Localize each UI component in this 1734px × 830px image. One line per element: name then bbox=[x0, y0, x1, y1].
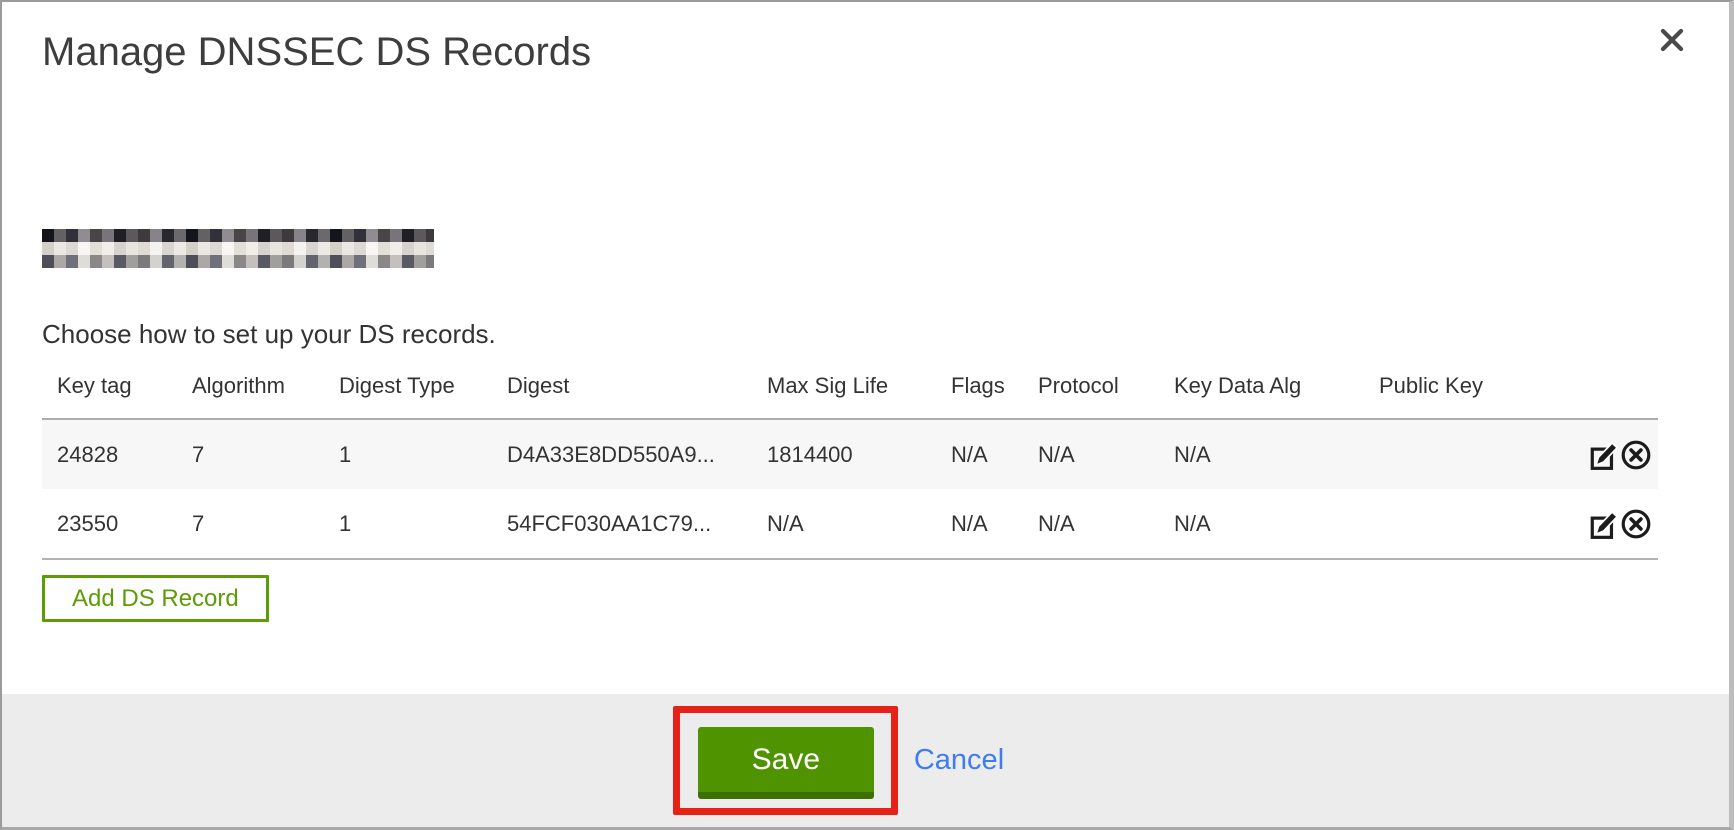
delete-icon bbox=[1620, 528, 1652, 543]
dialog-footer: Save Cancel bbox=[2, 694, 1729, 827]
cell-digest: D4A33E8DD550A9... bbox=[492, 419, 752, 489]
delete-icon bbox=[1620, 459, 1652, 474]
delete-record-button[interactable] bbox=[1620, 439, 1652, 471]
add-ds-record-button[interactable]: Add DS Record bbox=[42, 575, 269, 622]
cell-public-key bbox=[1364, 489, 1524, 559]
cell-key-data-alg: N/A bbox=[1159, 419, 1364, 489]
cell-protocol: N/A bbox=[1023, 419, 1159, 489]
column-header-algorithm: Algorithm bbox=[177, 362, 324, 419]
column-header-digest: Digest bbox=[492, 362, 752, 419]
cell-digest-type: 1 bbox=[324, 489, 492, 559]
edit-icon bbox=[1588, 459, 1620, 474]
column-header-digest-type: Digest Type bbox=[324, 362, 492, 419]
column-header-key-data-alg: Key Data Alg bbox=[1159, 362, 1364, 419]
annotation-highlight-box: Save bbox=[673, 706, 898, 815]
table-row: 23550 7 1 54FCF030AA1C79... N/A N/A N/A … bbox=[42, 489, 1658, 559]
cell-flags: N/A bbox=[936, 489, 1023, 559]
column-header-key-tag: Key tag bbox=[42, 362, 177, 419]
cell-max-sig-life: N/A bbox=[752, 489, 936, 559]
cell-flags: N/A bbox=[936, 419, 1023, 489]
cell-algorithm: 7 bbox=[177, 419, 324, 489]
manage-dnssec-dialog: Manage DNSSEC DS Records Choose how to s… bbox=[0, 0, 1734, 830]
redacted-domain-name bbox=[42, 229, 434, 268]
cell-digest-type: 1 bbox=[324, 419, 492, 489]
cell-protocol: N/A bbox=[1023, 489, 1159, 559]
edit-icon bbox=[1588, 528, 1620, 543]
cell-algorithm: 7 bbox=[177, 489, 324, 559]
cell-key-data-alg: N/A bbox=[1159, 489, 1364, 559]
column-header-flags: Flags bbox=[936, 362, 1023, 419]
column-header-protocol: Protocol bbox=[1023, 362, 1159, 419]
table-row: 24828 7 1 D4A33E8DD550A9... 1814400 N/A … bbox=[42, 419, 1658, 489]
cell-key-tag: 24828 bbox=[42, 419, 177, 489]
cell-public-key bbox=[1364, 419, 1524, 489]
column-header-actions bbox=[1524, 362, 1658, 419]
page-title: Manage DNSSEC DS Records bbox=[42, 30, 591, 75]
column-header-max-sig-life: Max Sig Life bbox=[752, 362, 936, 419]
edit-record-button[interactable] bbox=[1588, 508, 1620, 540]
table-header-row: Key tag Algorithm Digest Type Digest Max… bbox=[42, 362, 1658, 419]
close-icon bbox=[1659, 27, 1685, 56]
save-button[interactable]: Save bbox=[698, 727, 874, 799]
edit-record-button[interactable] bbox=[1588, 439, 1620, 471]
column-header-public-key: Public Key bbox=[1364, 362, 1524, 419]
cancel-link[interactable]: Cancel bbox=[914, 744, 1004, 777]
cell-max-sig-life: 1814400 bbox=[752, 419, 936, 489]
ds-records-table: Key tag Algorithm Digest Type Digest Max… bbox=[42, 362, 1658, 560]
cell-digest: 54FCF030AA1C79... bbox=[492, 489, 752, 559]
instruction-text: Choose how to set up your DS records. bbox=[42, 316, 496, 352]
cell-key-tag: 23550 bbox=[42, 489, 177, 559]
delete-record-button[interactable] bbox=[1620, 508, 1652, 540]
close-button[interactable] bbox=[1655, 24, 1689, 58]
